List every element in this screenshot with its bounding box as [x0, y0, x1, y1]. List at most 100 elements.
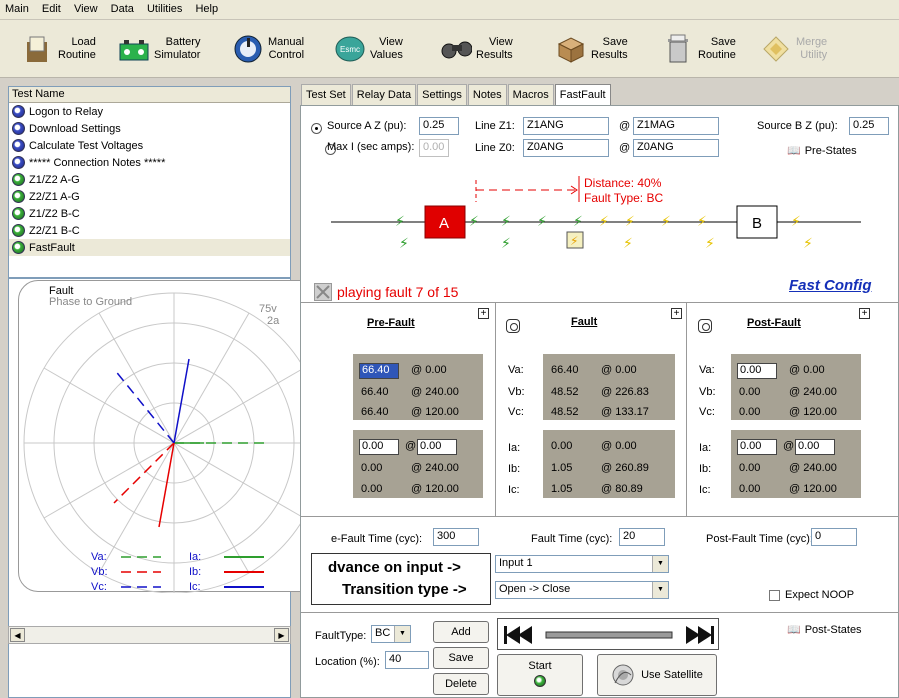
- merge-icon: [760, 33, 792, 65]
- battery-icon: [118, 33, 150, 65]
- battery-label-2: Simulator: [154, 49, 201, 61]
- line-z1-ang-input[interactable]: Z1ANG: [523, 117, 609, 135]
- fault-va-ang: @ 0.00: [601, 364, 637, 376]
- test-list-item[interactable]: Logon to Relay: [9, 103, 290, 120]
- view-values-button[interactable]: Esmc View Values: [334, 24, 403, 74]
- input-select[interactable]: Input 1 ▼: [495, 555, 669, 573]
- phasor-scale-a: 2a: [267, 315, 280, 327]
- prefault-ia-ang[interactable]: 0.00: [417, 439, 457, 455]
- blue-bullet-icon: [12, 105, 25, 118]
- load-routine-button[interactable]: Load Routine: [22, 24, 96, 74]
- close-x-icon[interactable]: [314, 283, 332, 301]
- fast-forward-icon[interactable]: [686, 626, 714, 644]
- postfault-time-label: Post-Fault Time (cyc):: [706, 533, 813, 545]
- rewind-icon[interactable]: [504, 626, 532, 644]
- save-routine-button[interactable]: Save Routine: [662, 24, 736, 74]
- add-button[interactable]: Add: [433, 621, 489, 643]
- postfault-time-input[interactable]: 0: [811, 528, 857, 546]
- location-input[interactable]: 40: [385, 651, 429, 669]
- scroll-left-icon[interactable]: ◀: [10, 628, 25, 642]
- test-list-item[interactable]: ***** Connection Notes *****: [9, 154, 290, 171]
- postfault-va-mag[interactable]: 0.00: [737, 363, 777, 379]
- tab-macros[interactable]: Macros: [507, 84, 554, 106]
- legend-vb: Vb:: [91, 566, 108, 578]
- svg-text:⚡: ⚡: [697, 214, 707, 230]
- fault-expand-icon[interactable]: +: [671, 308, 682, 319]
- faulttype-select[interactable]: BC ▼: [371, 625, 411, 643]
- test-list-item[interactable]: Z1/Z2 B-C: [9, 205, 290, 222]
- legend-ic: Ic:: [189, 581, 201, 593]
- tab-notes[interactable]: Notes: [467, 84, 507, 106]
- delete-button[interactable]: Delete: [433, 673, 489, 695]
- fault-title: Fault: [571, 316, 598, 328]
- transition-select[interactable]: Open -> Close ▼: [495, 581, 669, 599]
- svg-text:⚡: ⚡: [399, 236, 409, 252]
- line-z1-mag-input[interactable]: Z1MAG: [633, 117, 719, 135]
- at-sign-1: @: [619, 120, 631, 132]
- save-results-button[interactable]: Save Results: [555, 24, 628, 74]
- horizontal-scrollbar[interactable]: ◀ ▶: [8, 626, 291, 644]
- fast-config-link[interactable]: Fast Config: [789, 277, 872, 294]
- line-z1-label: Line Z1:: [475, 120, 515, 132]
- save-button[interactable]: Save: [433, 647, 489, 669]
- chevron-down-icon: ▼: [394, 626, 410, 642]
- test-list-item[interactable]: Z2/Z1 A-G: [9, 188, 290, 205]
- tab-settings[interactable]: Settings: [417, 84, 467, 106]
- fault-time-input[interactable]: 20: [619, 528, 665, 546]
- playback-slider[interactable]: [545, 631, 673, 639]
- fault-target-icon[interactable]: [506, 319, 520, 333]
- test-list-item[interactable]: Z2/Z1 B-C: [9, 222, 290, 239]
- test-list-item-label: Logon to Relay: [29, 105, 103, 118]
- expect-noop-checkbox[interactable]: [769, 590, 780, 601]
- menu-main[interactable]: Main: [0, 0, 34, 18]
- tab-relay-data[interactable]: Relay Data: [351, 84, 417, 106]
- prefault-time-input[interactable]: 300: [433, 528, 479, 546]
- line-z0-mag-input[interactable]: Z0ANG: [633, 139, 719, 157]
- postfault-ia-mag[interactable]: 0.00: [737, 439, 777, 455]
- merge-utility-button[interactable]: Merge Utility: [760, 24, 827, 74]
- start-button[interactable]: Start: [497, 654, 583, 696]
- test-list-item[interactable]: Calculate Test Voltages: [9, 137, 290, 154]
- scroll-right-icon[interactable]: ▶: [274, 628, 289, 642]
- view-results-label-1: View: [489, 36, 513, 48]
- use-satellite-button[interactable]: Use Satellite: [597, 654, 717, 696]
- test-list-item[interactable]: Z1/Z2 A-G: [9, 171, 290, 188]
- test-list-item-label: FastFault: [29, 241, 75, 254]
- menu-utilities[interactable]: Utilities: [142, 0, 187, 18]
- legend-ia: Ia:: [189, 551, 202, 563]
- prefault-vb-ang-value: 240.00: [425, 386, 459, 398]
- post-states-link[interactable]: 📖 Post-States: [787, 623, 862, 637]
- green-bullet-icon: [12, 241, 25, 254]
- menu-edit[interactable]: Edit: [37, 0, 66, 18]
- view-results-button[interactable]: View Results: [440, 24, 513, 74]
- prefault-va-mag[interactable]: 66.40: [359, 363, 399, 379]
- test-list-item-label: Z1/Z2 A-G: [29, 173, 80, 186]
- postfault-target-icon[interactable]: [698, 319, 712, 333]
- menu-data[interactable]: Data: [106, 0, 139, 18]
- prefault-expand-icon[interactable]: +: [478, 308, 489, 319]
- postfault-ib-mag: 0.00: [739, 462, 761, 474]
- postfault-ia-ang[interactable]: 0.00: [795, 439, 835, 455]
- fault-ic-ang: @ 80.89: [601, 483, 643, 495]
- prefault-ia-mag[interactable]: 0.00: [359, 439, 399, 455]
- fault-va-mag: 66.40: [551, 364, 579, 376]
- manual-control-button[interactable]: Manual Control: [232, 24, 304, 74]
- source-b-input[interactable]: 0.25: [849, 117, 889, 135]
- test-list-item[interactable]: Download Settings: [9, 120, 290, 137]
- source-a-radio[interactable]: [311, 122, 322, 134]
- playback-control: [497, 618, 719, 650]
- line-z0-ang-input[interactable]: Z0ANG: [523, 139, 609, 157]
- tab-fastfault[interactable]: FastFault: [554, 84, 611, 106]
- source-a-input[interactable]: 0.25: [419, 117, 459, 135]
- menu-help[interactable]: Help: [190, 0, 223, 18]
- menu-view[interactable]: View: [69, 0, 103, 18]
- maxi-input[interactable]: 0.00: [419, 139, 449, 157]
- fault-ic-mag: 1.05: [551, 483, 573, 495]
- tab-test-set[interactable]: Test Set: [301, 84, 351, 106]
- postfault-expand-icon[interactable]: +: [859, 308, 870, 319]
- expect-noop-label: Expect NOOP: [785, 589, 855, 601]
- battery-simulator-button[interactable]: Battery Simulator: [118, 24, 200, 74]
- pre-states-link[interactable]: 📖 Pre-States: [787, 144, 857, 158]
- test-list-item[interactable]: FastFault: [9, 239, 290, 256]
- test-list-item-label: Calculate Test Voltages: [29, 139, 144, 152]
